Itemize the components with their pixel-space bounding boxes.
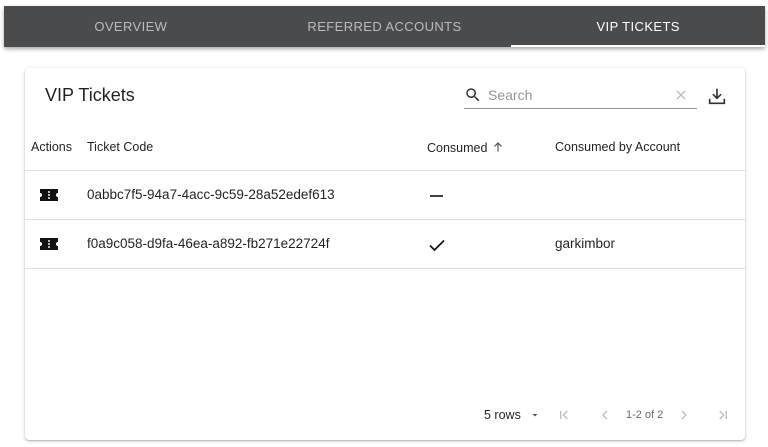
vip-tickets-card: VIP Tickets Actions Ticket Code Consumed… — [25, 68, 745, 440]
column-header-consumed-by-account[interactable]: Consumed by Account — [555, 140, 680, 154]
clear-icon[interactable] — [673, 87, 689, 103]
sort-ascending-icon[interactable] — [491, 140, 505, 154]
ticket-icon[interactable] — [39, 237, 59, 251]
search-input[interactable] — [488, 84, 658, 106]
ticket-code: f0a9c058-d9fa-46ea-a892-fb271e22724f — [87, 236, 330, 251]
column-header-actions: Actions — [31, 140, 72, 154]
ticket-icon[interactable] — [39, 188, 59, 202]
tab-overview[interactable]: Overview — [4, 6, 258, 47]
chevron-down-icon — [532, 414, 538, 417]
column-header-consumed-label: Consumed — [427, 141, 488, 155]
last-page-icon[interactable] — [715, 407, 731, 423]
rows-per-page-select[interactable]: 5 rows — [484, 408, 541, 422]
ticket-code: 0abbc7f5-94a7-4acc-9c59-28a52edef613 — [87, 187, 335, 202]
column-header-consumed[interactable]: Consumed — [427, 140, 505, 155]
dash-icon — [430, 195, 443, 197]
previous-page-icon[interactable] — [597, 407, 613, 423]
search-icon — [466, 88, 480, 102]
pagination: 5 rows 1-2 of 2 — [25, 400, 745, 430]
tab-referred-accounts[interactable]: Referred Accounts — [258, 6, 512, 47]
column-header-ticket-code[interactable]: Ticket Code — [87, 140, 153, 154]
card-title: VIP Tickets — [45, 85, 135, 105]
next-page-icon[interactable] — [676, 407, 692, 423]
tab-bar: Overview Referred Accounts VIP Tickets — [4, 6, 765, 47]
first-page-icon[interactable] — [556, 407, 572, 423]
rows-per-page-value: 5 rows — [484, 408, 521, 422]
consumed-by-account: garkimbor — [555, 236, 616, 251]
table-header: Actions Ticket Code Consumed Consumed by… — [25, 124, 745, 171]
search-field — [464, 82, 697, 109]
table-row: f0a9c058-d9fa-46ea-a892-fb271e22724f gar… — [25, 220, 745, 269]
tab-vip-tickets[interactable]: VIP Tickets — [511, 6, 765, 47]
page-range: 1-2 of 2 — [626, 409, 664, 421]
download-icon[interactable] — [706, 85, 728, 107]
table-row: 0abbc7f5-94a7-4acc-9c59-28a52edef613 — [25, 171, 745, 220]
check-icon — [429, 239, 445, 252]
